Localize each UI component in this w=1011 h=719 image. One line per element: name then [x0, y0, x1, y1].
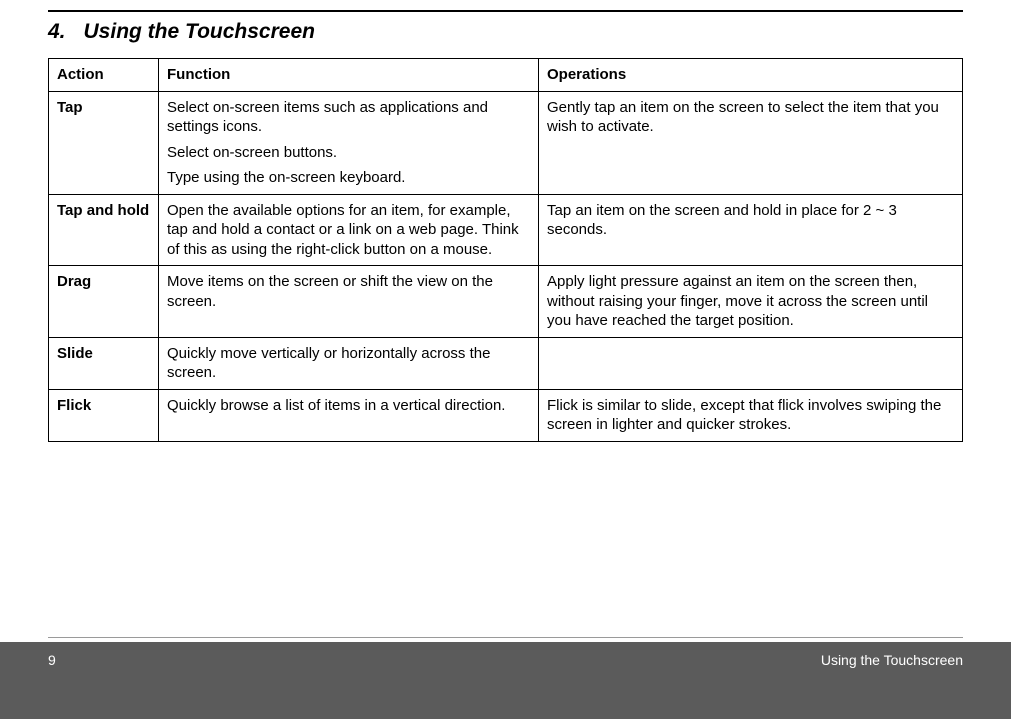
operations-cell: [539, 337, 963, 389]
col-header-operations: Operations: [539, 59, 963, 92]
action-cell: Tap: [49, 91, 159, 194]
table-row: Tap and hold Open the available options …: [49, 194, 963, 266]
table-row: Tap Select on-screen items such as appli…: [49, 91, 963, 194]
col-header-function: Function: [159, 59, 539, 92]
function-cell: Quickly browse a list of items in a vert…: [159, 389, 539, 441]
function-text: Open the available options for an item, …: [167, 201, 530, 260]
table-row: Drag Move items on the screen or shift t…: [49, 266, 963, 338]
function-cell: Quickly move vertically or horizontally …: [159, 337, 539, 389]
function-text: Type using the on-screen keyboard.: [167, 168, 530, 188]
action-cell: Drag: [49, 266, 159, 338]
col-header-action: Action: [49, 59, 159, 92]
page-footer: 9 Using the Touchscreen: [0, 642, 1011, 719]
action-cell: Flick: [49, 389, 159, 441]
table-header-row: Action Function Operations: [49, 59, 963, 92]
touchscreen-table: Action Function Operations Tap Select on…: [48, 58, 963, 442]
table-row: Flick Quickly browse a list of items in …: [49, 389, 963, 441]
footer-top-border: [48, 637, 963, 638]
function-text: Quickly move vertically or horizontally …: [167, 344, 530, 383]
function-cell: Select on-screen items such as applicati…: [159, 91, 539, 194]
operations-cell: Apply light pressure against an item on …: [539, 266, 963, 338]
table-row: Slide Quickly move vertically or horizon…: [49, 337, 963, 389]
footer-label: Using the Touchscreen: [821, 652, 963, 668]
page-content: 4. Using the Touchscreen Action Function …: [0, 12, 1011, 442]
function-text: Select on-screen items such as applicati…: [167, 98, 530, 137]
page-number: 9: [48, 652, 56, 668]
operations-cell: Gently tap an item on the screen to sele…: [539, 91, 963, 194]
function-cell: Open the available options for an item, …: [159, 194, 539, 266]
operations-cell: Tap an item on the screen and hold in pl…: [539, 194, 963, 266]
section-title: 4. Using the Touchscreen: [48, 20, 963, 44]
function-text: Move items on the screen or shift the vi…: [167, 272, 530, 311]
section-number: 4.: [48, 20, 66, 44]
section-title-text: Using the Touchscreen: [84, 20, 315, 43]
function-text: Quickly browse a list of items in a vert…: [167, 396, 530, 416]
operations-cell: Flick is similar to slide, except that f…: [539, 389, 963, 441]
function-cell: Move items on the screen or shift the vi…: [159, 266, 539, 338]
action-cell: Slide: [49, 337, 159, 389]
function-text: Select on-screen buttons.: [167, 143, 530, 163]
action-cell: Tap and hold: [49, 194, 159, 266]
